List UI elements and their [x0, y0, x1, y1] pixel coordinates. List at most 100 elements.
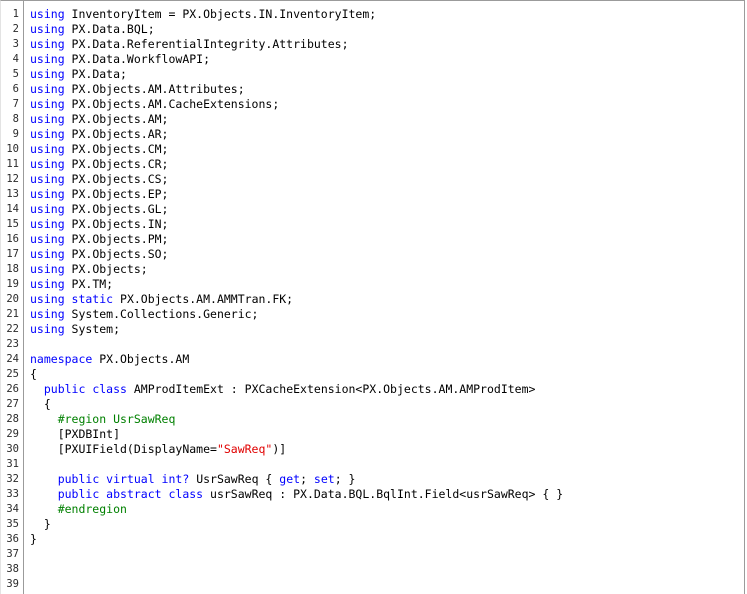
code-line[interactable]: 17 using PX.Objects.SO;: [6, 247, 744, 262]
keyword-token: using: [30, 322, 65, 336]
plain-token: System.Collections.Generic;: [64, 307, 259, 321]
code-line[interactable]: 9 using PX.Objects.AR;: [13, 127, 744, 142]
keyword-token: using: [30, 97, 65, 111]
code-text: using PX.Objects.AR;: [30, 127, 168, 142]
line-number: 36: [6, 533, 19, 545]
code-line[interactable]: 36}: [6, 532, 744, 547]
keyword-token: using: [30, 7, 65, 21]
code-line[interactable]: 15 using PX.Objects.IN;: [6, 217, 744, 232]
plain-token: PX.TM;: [64, 277, 114, 291]
code-text: using System;: [30, 322, 120, 337]
plain-token: PX.Data.WorkflowAPI;: [64, 52, 211, 66]
code-line[interactable]: 10 using PX.Objects.CM;: [6, 142, 744, 157]
code-text: using PX.Objects.GL;: [30, 202, 168, 217]
plain-token: )]: [272, 442, 287, 456]
code-line[interactable]: 33 public abstract class usrSawReq : PX.…: [6, 487, 744, 502]
code-line[interactable]: 21 using System.Collections.Generic;: [6, 307, 744, 322]
keyword-token: using: [30, 37, 65, 51]
code-line[interactable]: 8 using PX.Objects.AM;: [13, 112, 744, 127]
keyword-token: get: [279, 472, 301, 486]
line-number: 18: [6, 263, 19, 275]
plain-token: PX.Objects.PM;: [64, 232, 169, 246]
code-line[interactable]: 7 using PX.Objects.AM.CacheExtensions;: [13, 97, 744, 112]
line-number: 20: [6, 293, 19, 305]
plain-token: PX.Data.ReferentialIntegrity.Attributes;: [64, 37, 349, 51]
plain-token: System;: [64, 322, 121, 336]
line-number: 26: [6, 383, 19, 395]
plain-token: PX.Objects.AR;: [64, 127, 169, 141]
code-text: using PX.Objects.AM.Attributes;: [30, 82, 245, 97]
plain-token: {: [30, 367, 37, 381]
plain-token: PX.Objects.AM.CacheExtensions;: [64, 97, 280, 111]
line-number: 37: [6, 548, 19, 560]
keyword-token: using: [30, 187, 65, 201]
code-text: using PX.Objects.EP;: [30, 187, 168, 202]
line-number: 17: [6, 248, 19, 260]
line-number: 9: [12, 128, 19, 140]
plain-token: PX.Objects.CR;: [64, 157, 169, 171]
code-area[interactable]: 1 using InventoryItem = PX.Objects.IN.Inv…: [6, 1, 744, 594]
code-editor[interactable]: 1 using InventoryItem = PX.Objects.IN.Inv…: [0, 0, 745, 594]
code-text: public abstract class usrSawReq : PX.Dat…: [30, 487, 563, 502]
keyword-token: using: [30, 52, 65, 66]
code-line[interactable]: 13 using PX.Objects.EP;: [6, 187, 744, 202]
code-line[interactable]: 4 using PX.Data.WorkflowAPI;: [13, 52, 744, 67]
plain-token: AMProdItemExt : PXCacheExtension<PX.Obje…: [126, 382, 536, 396]
code-text: using PX.Objects.CM;: [30, 142, 168, 157]
code-line[interactable]: 1 using InventoryItem = PX.Objects.IN.Inv…: [13, 7, 744, 22]
plain-token: PX.Objects.CM;: [64, 142, 169, 156]
code-line[interactable]: 3 using PX.Data.ReferentialIntegrity.Attr…: [13, 37, 744, 52]
code-line[interactable]: 16 using PX.Objects.PM;: [6, 232, 744, 247]
code-line[interactable]: 24 namespace PX.Objects.AM: [6, 352, 744, 367]
code-line[interactable]: 11 using PX.Objects.CR;: [6, 157, 744, 172]
code-line[interactable]: 20 using static PX.Objects.AM.AMMTran.FK;: [6, 292, 744, 307]
code-line[interactable]: 14 using PX.Objects.GL;: [6, 202, 744, 217]
code-text: using static PX.Objects.AM.AMMTran.FK;: [30, 292, 293, 307]
line-number: 28: [6, 413, 19, 425]
code-line[interactable]: 19 using PX.TM;: [6, 277, 744, 292]
code-line[interactable]: 30 [PXUIField(DisplayName="SawReq")]: [6, 442, 744, 457]
code-line[interactable]: 28 #region UsrSawReq: [6, 412, 744, 427]
line-number: 1: [12, 8, 19, 20]
code-line[interactable]: 22 using System;: [6, 322, 744, 337]
line-number: 22: [6, 323, 19, 335]
line-number: 8: [12, 113, 19, 125]
code-text: using PX.Objects.IN;: [30, 217, 168, 232]
plain-token: PX.Objects.IN;: [64, 217, 169, 231]
code-line[interactable]: 31: [6, 457, 744, 472]
code-line[interactable]: 27 {: [6, 397, 744, 412]
code-line[interactable]: 23: [6, 337, 744, 352]
line-number: 10: [6, 143, 19, 155]
code-line[interactable]: 18 using PX.Objects;: [6, 262, 744, 277]
plain-token: }: [30, 517, 51, 531]
code-line[interactable]: 29 [PXDBInt]: [6, 427, 744, 442]
code-line[interactable]: 32 public virtual int? UsrSawReq { get; …: [6, 472, 744, 487]
code-text: {: [30, 367, 37, 382]
plain-token: PX.Objects;: [64, 262, 148, 276]
line-number: 21: [6, 308, 19, 320]
keyword-token: using static: [30, 292, 114, 306]
keyword-token: using: [30, 127, 65, 141]
line-number: 7: [12, 98, 19, 110]
code-line[interactable]: 2 using PX.Data.BQL;: [13, 22, 744, 37]
plain-token: PX.Objects.AM.Attributes;: [64, 82, 245, 96]
code-line[interactable]: 34 #endregion: [6, 502, 744, 517]
code-line[interactable]: 6 using PX.Objects.AM.Attributes;: [13, 82, 744, 97]
keyword-token: public virtual int?: [57, 472, 190, 486]
code-text: {: [30, 397, 51, 412]
keyword-token: using: [30, 307, 65, 321]
code-line[interactable]: 38: [6, 562, 744, 577]
code-line[interactable]: 26 public class AMProdItemExt : PXCacheE…: [6, 382, 744, 397]
line-number: 23: [6, 338, 19, 350]
code-line[interactable]: 39: [6, 577, 744, 592]
code-line[interactable]: 37: [6, 547, 744, 562]
plain-token: UsrSawReq {: [189, 472, 280, 486]
code-line[interactable]: 12 using PX.Objects.CS;: [6, 172, 744, 187]
line-number: 14: [6, 203, 19, 215]
code-text: using PX.Objects.SO;: [30, 247, 168, 262]
code-line[interactable]: 25 {: [6, 367, 744, 382]
code-line[interactable]: 35 }: [6, 517, 744, 532]
code-line[interactable]: 5 using PX.Data;: [13, 67, 744, 82]
code-text: using InventoryItem = PX.Objects.IN.Inve…: [30, 7, 376, 22]
